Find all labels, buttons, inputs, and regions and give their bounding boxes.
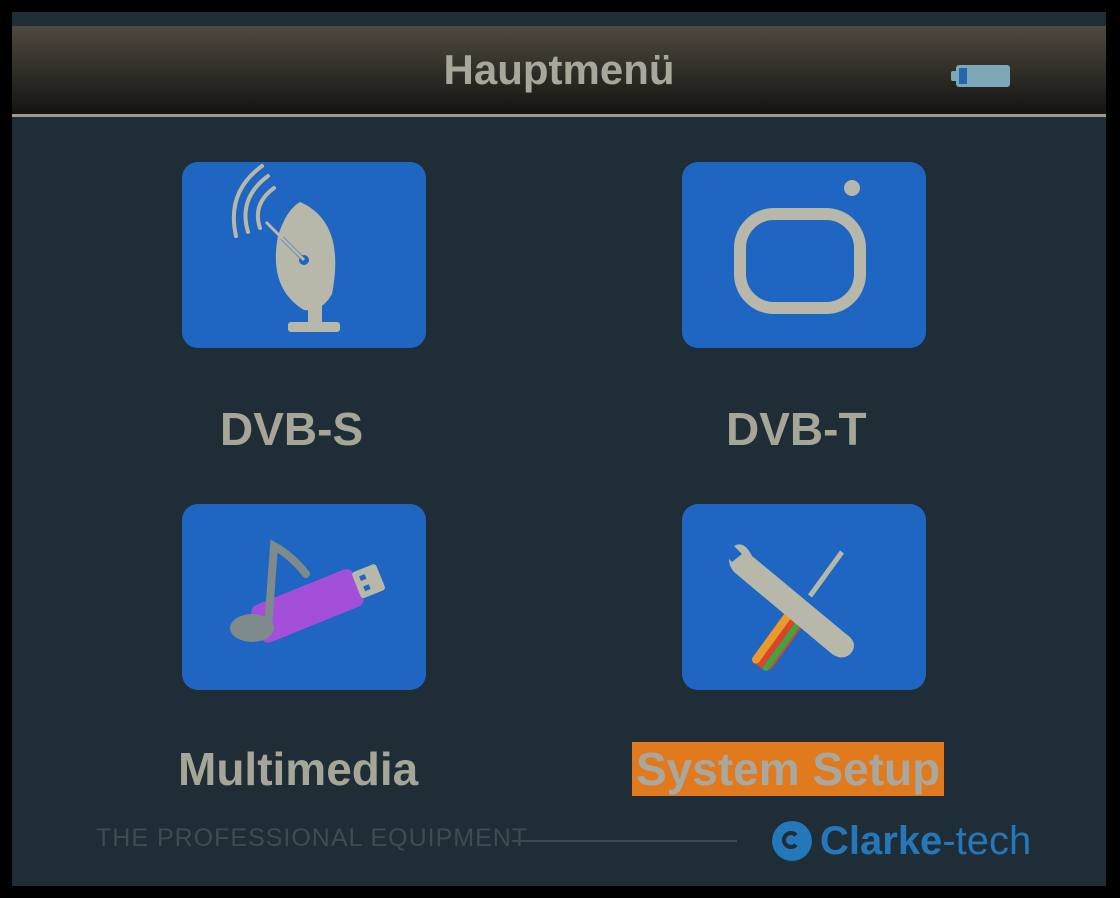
- brand-name-strong: Clarke: [820, 818, 943, 863]
- dvb-t-tile[interactable]: [682, 162, 926, 348]
- system-setup-label[interactable]: System Setup: [632, 742, 945, 796]
- music-usb-icon: [230, 539, 385, 643]
- satellite-dish-icon: [231, 164, 340, 332]
- battery-icon: [951, 65, 1010, 87]
- menu-item-system-setup[interactable]: System Setup: [632, 504, 945, 804]
- device-screen: Hauptmenü DVB-S DVB-T Multimedia System …: [12, 12, 1106, 886]
- brand-logo: Clarke -tech: [772, 818, 1031, 864]
- tv-screen-icon: [734, 180, 866, 314]
- dvb-t-label[interactable]: DVB-T: [726, 402, 867, 456]
- menu-item-multimedia[interactable]: Multimedia: [172, 504, 472, 804]
- menu-item-dvb-s[interactable]: DVB-S: [172, 162, 472, 482]
- page-title: Hauptmenü: [443, 46, 675, 93]
- brand-name-light: -tech: [942, 818, 1032, 863]
- system-setup-tile[interactable]: [682, 504, 926, 690]
- multimedia-label[interactable]: Multimedia: [178, 742, 418, 796]
- clarke-tech-logo-icon: [772, 821, 812, 861]
- multimedia-tile[interactable]: [182, 504, 426, 690]
- footer-divider: [512, 840, 737, 842]
- dvb-s-label[interactable]: DVB-S: [220, 402, 363, 456]
- tools-icon: [720, 540, 854, 672]
- menu-item-dvb-t[interactable]: DVB-T: [672, 162, 972, 482]
- header-bar: Hauptmenü: [12, 26, 1106, 117]
- footer-tagline: THE PROFESSIONAL EQUIPMENT: [96, 824, 529, 852]
- dvb-s-tile[interactable]: [182, 162, 426, 348]
